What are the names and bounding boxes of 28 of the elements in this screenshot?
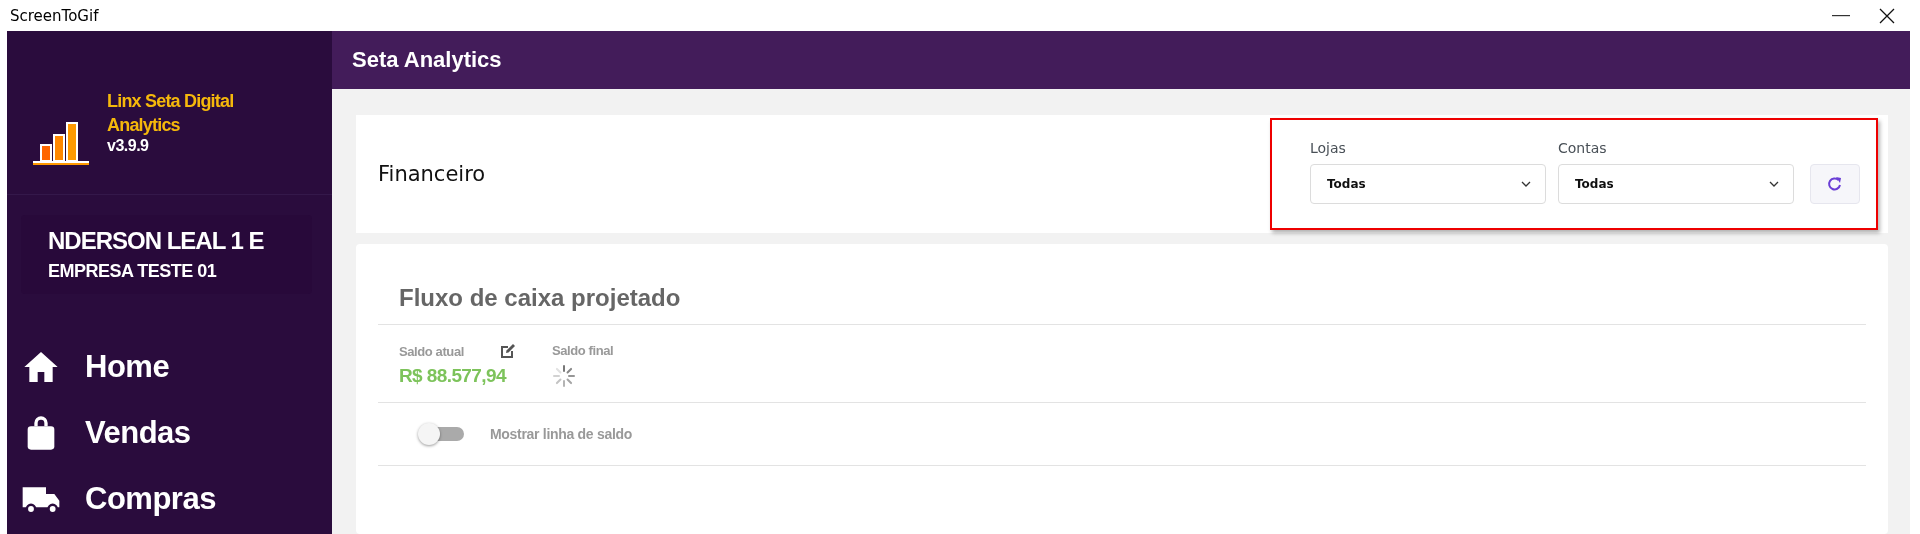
- version-label: v3.9.9: [107, 137, 150, 155]
- bar-chart-logo: [33, 119, 89, 165]
- nav-item[interactable]: Home: [21, 344, 332, 390]
- nav-item[interactable]: Compras: [21, 476, 332, 522]
- chevron-down-icon: [1769, 181, 1779, 187]
- refresh-button[interactable]: [1810, 164, 1860, 204]
- minimize-icon: [1832, 14, 1850, 17]
- nav-item[interactable]: Vendas: [21, 410, 332, 456]
- filter-label: Contas: [1558, 140, 1608, 156]
- toggle-label: Mostrar linha de saldo: [490, 426, 632, 442]
- window-title: ScreenToGif: [10, 6, 100, 25]
- filter-label: Lojas: [1310, 140, 1347, 156]
- header-title: Seta Analytics: [352, 47, 502, 73]
- stat-value: R$ 88.577,94: [399, 365, 508, 387]
- edit-icon[interactable]: [499, 343, 516, 359]
- filter-dropdown[interactable]: Todas: [1310, 164, 1546, 204]
- brand-name: Linx Seta Digital Analytics: [107, 90, 235, 137]
- chevron-down-icon: [1521, 181, 1531, 187]
- refresh-icon: [1827, 176, 1843, 192]
- stat-label: Saldo atual: [399, 343, 464, 359]
- toggle-switch[interactable]: [418, 423, 464, 445]
- close-icon: [1879, 7, 1895, 24]
- page-title: Financeiro: [378, 162, 487, 186]
- stat-label: Saldo final: [551, 343, 614, 358]
- filter-dropdown[interactable]: Todas: [1558, 164, 1794, 204]
- company-name: EMPRESA TESTE 01: [48, 261, 218, 282]
- card-title: Fluxo de caixa projetado: [378, 244, 1866, 325]
- user-name: NDERSON LEAL 1 E: [48, 227, 265, 255]
